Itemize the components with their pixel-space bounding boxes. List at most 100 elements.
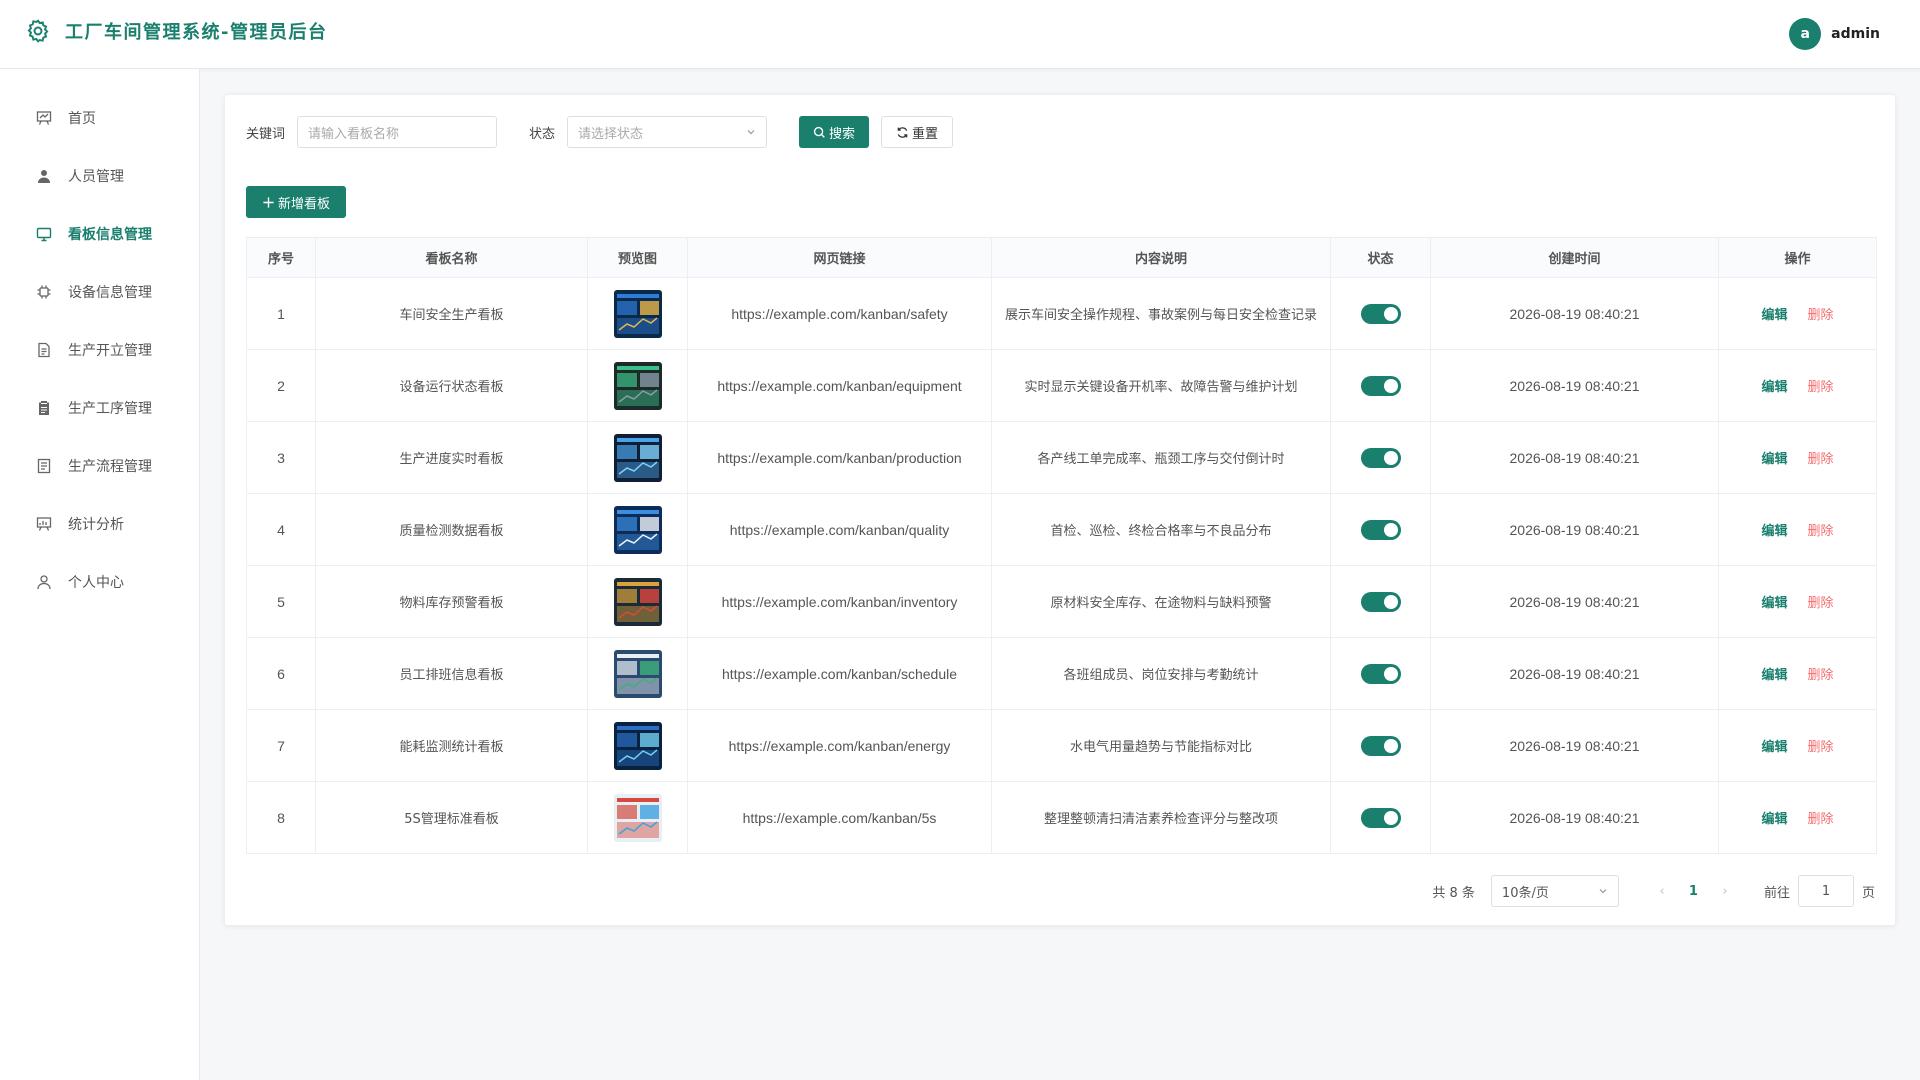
search-button[interactable]: 搜索 <box>799 116 870 148</box>
row-preview-cell <box>587 421 688 494</box>
row-index: 7 <box>246 709 316 782</box>
delete-button[interactable]: 删除 <box>1808 304 1834 323</box>
delete-button[interactable]: 删除 <box>1808 592 1834 611</box>
row-created-time: 2026-08-19 08:40:21 <box>1430 349 1719 422</box>
sidebar-item-profile[interactable]: 个人中心 <box>0 553 199 611</box>
table-row: 1 车间安全生产看板 https://example.com/kanban/safe… <box>246 277 1877 350</box>
column-header-status[interactable]: 状态 <box>1330 237 1431 278</box>
row-status-cell <box>1330 421 1431 494</box>
monitor-icon <box>36 227 52 242</box>
column-header-description[interactable]: 内容说明 <box>991 237 1331 278</box>
edit-button[interactable]: 编辑 <box>1761 736 1787 755</box>
page-size-value: 10条/页 <box>1501 885 1549 901</box>
status-toggle[interactable] <box>1360 663 1401 684</box>
row-preview-cell <box>587 565 688 638</box>
sidebar-item-kanban[interactable]: 看板信息管理 <box>0 205 199 263</box>
edit-button[interactable]: 编辑 <box>1761 592 1787 611</box>
row-url[interactable]: https://example.com/kanban/production <box>687 421 992 494</box>
status-select[interactable]: 请选择状态 <box>567 116 768 148</box>
user-menu[interactable]: a admin <box>1789 18 1880 50</box>
column-header-preview[interactable]: 预览图 <box>587 237 688 278</box>
sidebar-item-home[interactable]: 首页 <box>0 89 199 147</box>
row-description: 各产线工单完成率、瓶颈工序与交付倒计时 <box>991 421 1331 494</box>
delete-button[interactable]: 删除 <box>1808 448 1834 467</box>
reset-button[interactable]: 重置 <box>881 116 954 148</box>
column-header-name[interactable]: 看板名称 <box>315 237 588 278</box>
delete-button[interactable]: 删除 <box>1808 808 1834 827</box>
row-status-cell <box>1330 781 1431 854</box>
column-header-url[interactable]: 网页链接 <box>687 237 992 278</box>
search-button-label: 搜索 <box>829 126 856 142</box>
status-toggle[interactable] <box>1360 591 1401 612</box>
row-url[interactable]: https://example.com/kanban/equipment <box>687 349 992 422</box>
goto-page-input[interactable]: 1 <box>1797 875 1854 907</box>
row-created-time: 2026-08-19 08:40:21 <box>1430 709 1719 782</box>
table-row: 2 设备运行状态看板 https://example.com/kanban/equi… <box>246 349 1877 422</box>
row-url[interactable]: https://example.com/kanban/safety <box>687 277 992 350</box>
edit-button[interactable]: 编辑 <box>1761 448 1787 467</box>
row-actions: 编辑 删除 <box>1718 781 1877 854</box>
sidebar-item-statistics[interactable]: 统计分析 <box>0 495 199 553</box>
row-actions: 编辑 删除 <box>1718 493 1877 566</box>
row-url[interactable]: https://example.com/kanban/inventory <box>687 565 992 638</box>
sidebar-item-equipment[interactable]: 设备信息管理 <box>0 263 199 321</box>
edit-button[interactable]: 编辑 <box>1761 376 1787 395</box>
row-index: 4 <box>246 493 316 566</box>
row-kanban-name: 生产进度实时看板 <box>315 421 588 494</box>
row-url[interactable]: https://example.com/kanban/quality <box>687 493 992 566</box>
edit-button[interactable]: 编辑 <box>1761 520 1787 539</box>
status-toggle[interactable] <box>1360 447 1401 468</box>
user-icon <box>38 170 50 183</box>
username[interactable]: admin <box>1831 26 1880 42</box>
preview-thumbnail[interactable] <box>613 577 662 626</box>
row-preview-cell <box>587 277 688 350</box>
sidebar-item-process[interactable]: 生产工序管理 <box>0 379 199 437</box>
status-toggle[interactable] <box>1360 519 1401 540</box>
row-kanban-name: 能耗监测统计看板 <box>315 709 588 782</box>
preview-thumbnail[interactable] <box>613 721 662 770</box>
row-url[interactable]: https://example.com/kanban/5s <box>687 781 992 854</box>
page-size-select[interactable]: 10条/页 <box>1490 875 1619 907</box>
chevron-down-icon <box>747 130 755 135</box>
avatar[interactable]: a <box>1789 18 1822 50</box>
add-kanban-button[interactable]: 新增看板 <box>246 186 347 218</box>
prev-page-icon[interactable]: ‹ <box>1655 884 1669 899</box>
preview-thumbnail[interactable] <box>613 361 662 410</box>
sidebar-item-personnel[interactable]: 人员管理 <box>0 147 199 205</box>
chevron-down-icon <box>1599 889 1607 894</box>
delete-button[interactable]: 删除 <box>1808 520 1834 539</box>
row-status-cell <box>1330 709 1431 782</box>
preview-thumbnail[interactable] <box>613 793 662 842</box>
row-status-cell <box>1330 349 1431 422</box>
edit-button[interactable]: 编辑 <box>1761 808 1787 827</box>
column-header-created[interactable]: 创建时间 <box>1430 237 1719 278</box>
edit-button[interactable]: 编辑 <box>1761 304 1787 323</box>
column-header-index[interactable]: 序号 <box>246 237 316 278</box>
edit-button[interactable]: 编辑 <box>1761 664 1787 683</box>
status-toggle[interactable] <box>1360 375 1401 396</box>
delete-button[interactable]: 删除 <box>1808 376 1834 395</box>
column-header-actions[interactable]: 操作 <box>1718 237 1877 278</box>
row-url[interactable]: https://example.com/kanban/schedule <box>687 637 992 710</box>
preview-thumbnail[interactable] <box>613 289 662 338</box>
status-toggle[interactable] <box>1360 807 1401 828</box>
row-description: 各班组成员、岗位安排与考勤统计 <box>991 637 1331 710</box>
delete-button[interactable]: 删除 <box>1808 736 1834 755</box>
sidebar-item-flow[interactable]: 生产流程管理 <box>0 437 199 495</box>
preview-thumbnail[interactable] <box>613 433 662 482</box>
status-toggle[interactable] <box>1360 735 1401 756</box>
next-page-icon[interactable]: › <box>1718 884 1732 899</box>
page-number-current[interactable]: 1 <box>1689 884 1698 899</box>
row-description: 整理整顿清扫清洁素养检查评分与整改项 <box>991 781 1331 854</box>
status-toggle[interactable] <box>1360 303 1401 324</box>
sidebar-item-production-order[interactable]: 生产开立管理 <box>0 321 199 379</box>
preview-thumbnail[interactable] <box>613 649 662 698</box>
row-kanban-name: 质量检测数据看板 <box>315 493 588 566</box>
row-created-time: 2026-08-19 08:40:21 <box>1430 781 1719 854</box>
row-status-cell <box>1330 637 1431 710</box>
preview-thumbnail[interactable] <box>613 505 662 554</box>
delete-button[interactable]: 删除 <box>1808 664 1834 683</box>
keyword-input[interactable]: 请输入看板名称 <box>297 116 498 148</box>
row-url[interactable]: https://example.com/kanban/energy <box>687 709 992 782</box>
sidebar-item-label: 生产开立管理 <box>68 343 152 359</box>
